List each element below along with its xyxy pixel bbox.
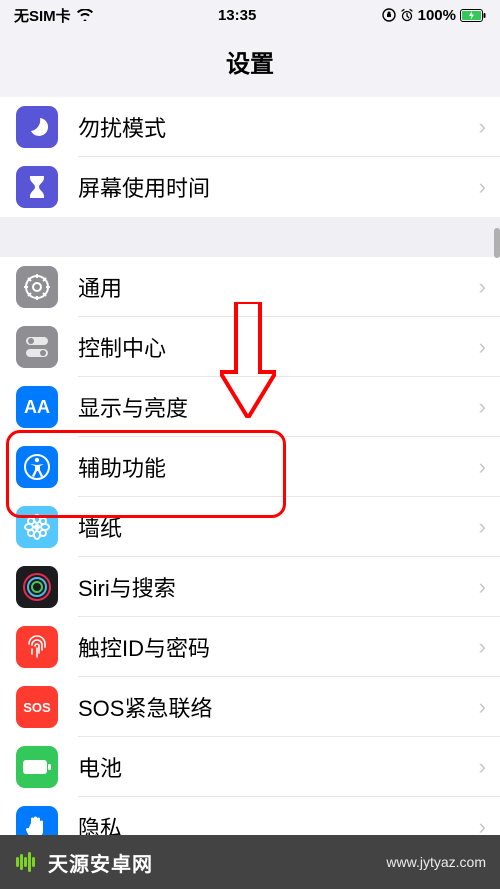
row-label: 屏幕使用时间 [78,171,479,203]
fingerprint-icon [16,626,58,668]
toggles-icon [16,326,58,368]
battery-icon [460,9,486,22]
row-control-center[interactable]: 控制中心 › [0,317,500,377]
chevron-right-icon: › [479,694,486,720]
row-label: Siri与搜索 [78,571,479,603]
hourglass-icon [16,166,58,208]
accessibility-icon [16,446,58,488]
gear-icon [16,266,58,308]
chevron-right-icon: › [479,274,486,300]
status-right: 100% [382,7,486,24]
orientation-lock-icon [382,8,396,22]
settings-section-2: 通用 › 控制中心 › AA 显示与亮度 › 辅助功能 › 墙纸 › Siri与… [0,257,500,857]
flower-icon [16,506,58,548]
row-label: 墙纸 [78,511,479,543]
wifi-icon [77,9,93,21]
watermark-brand: 天源安卓网 [14,848,153,877]
chevron-right-icon: › [479,174,486,200]
status-bar: 无SIM卡 13:35 100% [0,0,500,30]
row-accessibility[interactable]: 辅助功能 › [0,437,500,497]
page-title: 设置 [0,30,500,97]
watermark-bar: 天源安卓网 www.jytyaz.com [0,835,500,889]
row-battery[interactable]: 电池 › [0,737,500,797]
row-sos-emergency[interactable]: SOS SOS紧急联络 › [0,677,500,737]
settings-section-1: 勿扰模式 › 屏幕使用时间 › [0,97,500,217]
row-screen-time[interactable]: 屏幕使用时间 › [0,157,500,217]
battery-full-icon [16,746,58,788]
chevron-right-icon: › [479,334,486,360]
watermark-logo-icon [14,849,40,875]
row-label: 控制中心 [78,331,479,363]
row-do-not-disturb[interactable]: 勿扰模式 › [0,97,500,157]
row-touch-id-passcode[interactable]: 触控ID与密码 › [0,617,500,677]
text-size-icon: AA [16,386,58,428]
siri-icon [16,566,58,608]
row-wallpaper[interactable]: 墙纸 › [0,497,500,557]
row-display-brightness[interactable]: AA 显示与亮度 › [0,377,500,437]
row-label: 触控ID与密码 [78,631,479,663]
row-label: 电池 [78,751,479,783]
scrollbar[interactable] [494,228,500,258]
chevron-right-icon: › [479,514,486,540]
row-siri-search[interactable]: Siri与搜索 › [0,557,500,617]
watermark-url: www.jytyaz.com [386,854,486,870]
chevron-right-icon: › [479,634,486,660]
chevron-right-icon: › [479,114,486,140]
clock: 13:35 [218,7,256,24]
alarm-icon [400,8,414,22]
carrier-text: 无SIM卡 [14,5,71,26]
battery-percent: 100% [418,7,456,24]
row-label: SOS紧急联络 [78,691,479,723]
chevron-right-icon: › [479,394,486,420]
chevron-right-icon: › [479,754,486,780]
row-general[interactable]: 通用 › [0,257,500,317]
chevron-right-icon: › [479,574,486,600]
moon-icon [16,106,58,148]
row-label: 辅助功能 [78,451,479,483]
chevron-right-icon: › [479,454,486,480]
sos-icon: SOS [16,686,58,728]
status-left: 无SIM卡 [14,5,93,26]
row-label: 勿扰模式 [78,111,479,143]
row-label: 显示与亮度 [78,391,479,423]
row-label: 通用 [78,271,479,303]
watermark-title: 天源安卓网 [48,848,153,877]
